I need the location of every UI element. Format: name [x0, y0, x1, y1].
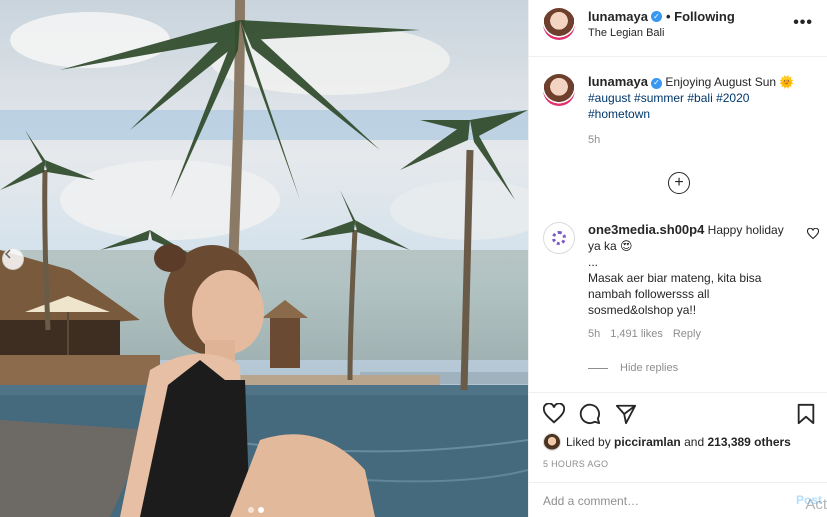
- share-send-icon[interactable]: [615, 403, 637, 425]
- comment-text-line2: ...: [588, 255, 599, 269]
- divider-line: [588, 367, 608, 369]
- chevron-left-icon: [4, 249, 11, 259]
- comment-likes[interactable]: 1,491 likes: [610, 328, 663, 340]
- commenter-username[interactable]: one3media.sh00p4: [588, 222, 704, 237]
- liked-by-line: Liked by picciramlan and 213,389 others: [543, 433, 791, 451]
- liked-by-count[interactable]: 213,389 others: [707, 435, 790, 449]
- author-avatar[interactable]: [543, 8, 575, 40]
- caption-text: lunamaya ✓ Enjoying August Sun 🌞 #august …: [588, 74, 813, 122]
- hide-replies-label: Hide replies: [620, 362, 679, 374]
- post-photo[interactable]: [0, 0, 528, 517]
- like-heart-icon[interactable]: [543, 403, 565, 425]
- comment-text-line3: Masak aer biar mateng, kita bisa nambah …: [588, 271, 762, 317]
- comment-bubble-icon[interactable]: [579, 403, 601, 425]
- comment-item: one3media.sh00p4 Happy holiday ya ka 😍 .…: [543, 222, 820, 340]
- comment-time: 5h: [588, 328, 601, 340]
- previous-image-button[interactable]: [2, 248, 24, 270]
- caption-username[interactable]: lunamaya: [588, 74, 648, 89]
- sun-emoji-icon: 🌞: [779, 75, 795, 89]
- add-comment-input[interactable]: [543, 491, 773, 511]
- add-comment-bar: Post: [529, 482, 827, 517]
- photo-illustration: [0, 0, 528, 517]
- following-button[interactable]: • Following: [666, 9, 735, 24]
- action-icons: [543, 403, 637, 425]
- activation-watermark: Act: [805, 496, 827, 513]
- hide-replies-button[interactable]: Hide replies: [588, 362, 678, 374]
- plus-circle-icon: +: [674, 174, 684, 191]
- carousel-dots: [248, 507, 264, 513]
- carousel-dot: [248, 507, 254, 513]
- liked-by-suffix: and: [684, 435, 705, 449]
- caption-body: Enjoying August Sun: [665, 75, 777, 89]
- more-options-icon[interactable]: •••: [793, 14, 813, 32]
- author-line: lunamaya ✓ • Following: [588, 9, 735, 24]
- comment-meta: 5h 1,491 likes Reply: [588, 328, 819, 340]
- verified-badge-icon: ✓: [650, 11, 662, 22]
- comment-body: one3media.sh00p4 Happy holiday ya ka 😍 .…: [588, 222, 788, 318]
- liked-by-prefix: Liked by: [566, 435, 611, 449]
- post-location[interactable]: The Legian Bali: [588, 27, 664, 39]
- author-username[interactable]: lunamaya: [588, 9, 648, 24]
- caption-avatar[interactable]: [543, 74, 575, 106]
- carousel-dot-active: [258, 507, 264, 513]
- liker-avatar[interactable]: [543, 433, 561, 451]
- comment-like-heart-icon[interactable]: [806, 227, 820, 243]
- liked-by-user[interactable]: picciramlan: [614, 435, 681, 449]
- post-timestamp[interactable]: 5 HOURS AGO: [543, 459, 608, 469]
- post-caption: lunamaya ✓ Enjoying August Sun 🌞 #august …: [543, 74, 813, 146]
- save-bookmark-icon[interactable]: [796, 403, 816, 425]
- reply-button[interactable]: Reply: [673, 328, 701, 340]
- caption-time: 5h: [588, 134, 601, 146]
- verified-badge-icon: ✓: [650, 77, 662, 89]
- post-header: lunamaya ✓ • Following The Legian Bali •…: [529, 0, 827, 57]
- caption-hashtags[interactable]: #august #summer #bali #2020 #hometown: [588, 91, 749, 121]
- post-actions: Liked by picciramlan and 213,389 others …: [529, 392, 827, 482]
- post-side-panel: lunamaya ✓ • Following The Legian Bali •…: [528, 0, 827, 517]
- load-more-comments-button[interactable]: +: [668, 172, 690, 194]
- commenter-avatar[interactable]: [543, 222, 575, 254]
